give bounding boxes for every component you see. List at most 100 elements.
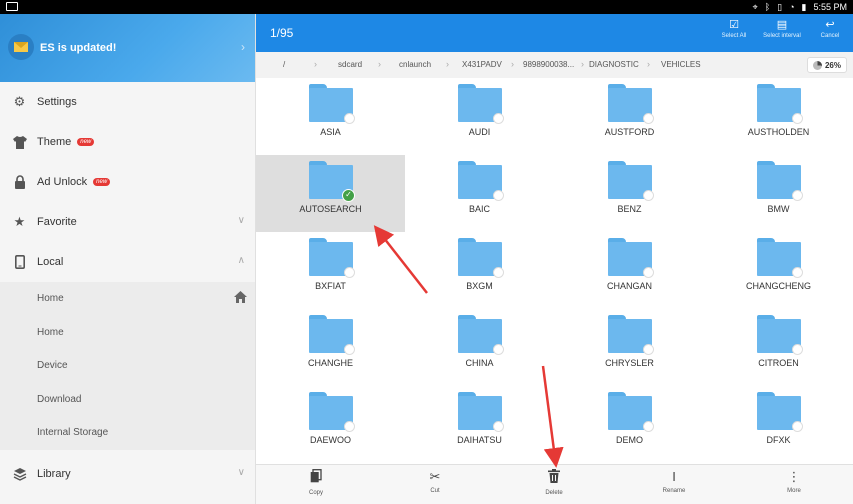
library-icon <box>12 466 27 481</box>
folder-item[interactable]: AUSTHOLDEN <box>704 78 853 155</box>
sidebar-item-library[interactable]: Library ∨ <box>0 454 255 494</box>
breadcrumb-item[interactable]: VEHICLES <box>661 60 701 69</box>
select-interval-button[interactable]: ▤ Select interval <box>756 19 808 39</box>
folder-item[interactable]: BAIC <box>405 155 554 232</box>
breadcrumb-item[interactable]: X431PADV <box>462 60 502 69</box>
folder-item[interactable]: ASIA <box>256 78 405 155</box>
select-circle-icon[interactable] <box>344 267 355 278</box>
folder-item[interactable]: BMW <box>704 155 853 232</box>
folder-item[interactable]: ✓ AUTOSEARCH <box>256 155 405 232</box>
select-circle-icon[interactable] <box>643 421 654 432</box>
select-circle-icon[interactable] <box>344 344 355 355</box>
delete-button[interactable]: Delete <box>524 469 584 496</box>
select-circle-icon[interactable] <box>643 344 654 355</box>
trash-icon <box>524 469 584 487</box>
chevron-up-icon[interactable]: ∧ <box>238 255 245 266</box>
folder-item[interactable]: DAIHATSU <box>405 386 554 463</box>
folder-item[interactable]: CHINA <box>405 309 554 386</box>
folder-grid: ASIA AUDI AUSTFORD AUSTHOLDEN ✓ AUTOSEARCH BAI… <box>256 78 853 464</box>
folder-name: BXGM <box>466 281 493 291</box>
select-circle-icon[interactable] <box>493 421 504 432</box>
select-circle-icon[interactable] <box>792 267 803 278</box>
folder-icon <box>757 315 803 355</box>
folder-name: CHANGHE <box>307 358 353 368</box>
selected-check-icon[interactable]: ✓ <box>342 189 355 202</box>
select-circle-icon[interactable] <box>344 113 355 124</box>
select-circle-icon[interactable] <box>792 421 803 432</box>
text-cursor-icon: I <box>672 469 676 484</box>
chevron-right-icon: › <box>581 59 584 69</box>
folder-item[interactable]: BXFIAT <box>256 232 405 309</box>
sidebar-item-favorite[interactable]: ★ Favorite ∨ <box>0 202 255 242</box>
folder-item[interactable]: AUSTFORD <box>555 78 704 155</box>
select-circle-icon[interactable] <box>792 113 803 124</box>
sidebar-item-settings[interactable]: ⚙ Settings <box>0 82 255 122</box>
breadcrumb-item[interactable]: cnlaunch <box>399 60 431 69</box>
select-circle-icon[interactable] <box>493 190 504 201</box>
home-icon[interactable] <box>234 291 247 306</box>
local-item-label: Internal Storage <box>37 427 109 439</box>
select-circle-icon[interactable] <box>643 267 654 278</box>
rename-button[interactable]: I Rename <box>644 469 704 494</box>
chevron-right-icon: › <box>378 59 381 69</box>
vibrate-icon: ▯ <box>777 2 783 12</box>
select-all-button[interactable]: ☑ Select All <box>714 19 754 39</box>
local-item-label: Home <box>37 326 64 338</box>
breadcrumb-item[interactable]: / <box>283 60 285 69</box>
scissors-icon: ✂ <box>429 469 441 484</box>
select-circle-icon[interactable] <box>643 113 654 124</box>
wifi-icon: ◔ <box>789 2 795 12</box>
cancel-button[interactable]: ↩ Cancel <box>815 19 845 39</box>
select-circle-icon[interactable] <box>643 190 654 201</box>
folder-item[interactable]: CITROEN <box>704 309 853 386</box>
more-button[interactable]: ⋮ More <box>764 469 824 494</box>
folder-item[interactable]: CHANGAN <box>555 232 704 309</box>
folder-item[interactable]: BXGM <box>405 232 554 309</box>
more-vertical-icon: ⋮ <box>787 469 801 484</box>
folder-name: DFXK <box>766 435 791 445</box>
sidebar-item-local[interactable]: Local ∧ <box>0 242 255 282</box>
cut-button[interactable]: ✂ Cut <box>405 469 465 494</box>
chevron-right-icon: › <box>446 59 449 69</box>
cut-label: Cut <box>430 488 440 494</box>
folder-item[interactable]: DFXK <box>704 386 853 463</box>
folder-name: DAIHATSU <box>457 435 502 445</box>
sidebar-item-ad-unlock[interactable]: Ad Unlock new <box>0 162 255 202</box>
storage-usage-badge[interactable]: 26% <box>806 57 847 73</box>
copy-button[interactable]: Copy <box>286 469 346 496</box>
folder-item[interactable]: DAEWOO <box>256 386 405 463</box>
sidebar-item-theme[interactable]: Theme new <box>0 122 255 162</box>
folder-item[interactable]: DEMO <box>555 386 704 463</box>
folder-item[interactable]: CHANGHE <box>256 309 405 386</box>
shirt-icon <box>12 135 27 150</box>
folder-item[interactable]: CHRYSLER <box>555 309 704 386</box>
sidebar: ES is updated! › ⚙ Settings Theme new Ad… <box>0 14 256 504</box>
folder-item[interactable]: BENZ <box>555 155 704 232</box>
chevron-down-icon[interactable]: ∨ <box>238 467 245 478</box>
breadcrumb-item[interactable]: sdcard <box>338 60 362 69</box>
sidebar-header[interactable]: ES is updated! › <box>0 14 255 82</box>
gear-icon: ⚙ <box>13 94 26 109</box>
select-circle-icon[interactable] <box>493 344 504 355</box>
select-circle-icon[interactable] <box>493 113 504 124</box>
local-item-internal-storage[interactable]: Internal Storage <box>0 416 255 450</box>
folder-icon <box>309 392 355 432</box>
select-circle-icon[interactable] <box>493 267 504 278</box>
chevron-down-icon[interactable]: ∨ <box>238 215 245 226</box>
select-circle-icon[interactable] <box>344 421 355 432</box>
folder-icon <box>309 238 355 278</box>
select-circle-icon[interactable] <box>792 190 803 201</box>
folder-item[interactable]: AUDI <box>405 78 554 155</box>
select-circle-icon[interactable] <box>792 344 803 355</box>
breadcrumb-item[interactable]: DIAGNOSTIC <box>589 60 639 69</box>
local-item-download[interactable]: Download <box>0 383 255 417</box>
local-item-home[interactable]: Home <box>0 282 255 316</box>
local-item-home-2[interactable]: Home <box>0 316 255 350</box>
local-sublist: Home Home Device Download Internal Stora… <box>0 282 255 450</box>
breadcrumb-item[interactable]: 9898900038... <box>523 60 574 69</box>
local-item-device[interactable]: Device <box>0 349 255 383</box>
copy-label: Copy <box>308 490 323 496</box>
status-bar: ⌖ ᛒ ▯ ◔ ▮ 5:55 PM <box>0 0 853 14</box>
mail-icon <box>8 34 34 60</box>
folder-item[interactable]: CHANGCHENG <box>704 232 853 309</box>
